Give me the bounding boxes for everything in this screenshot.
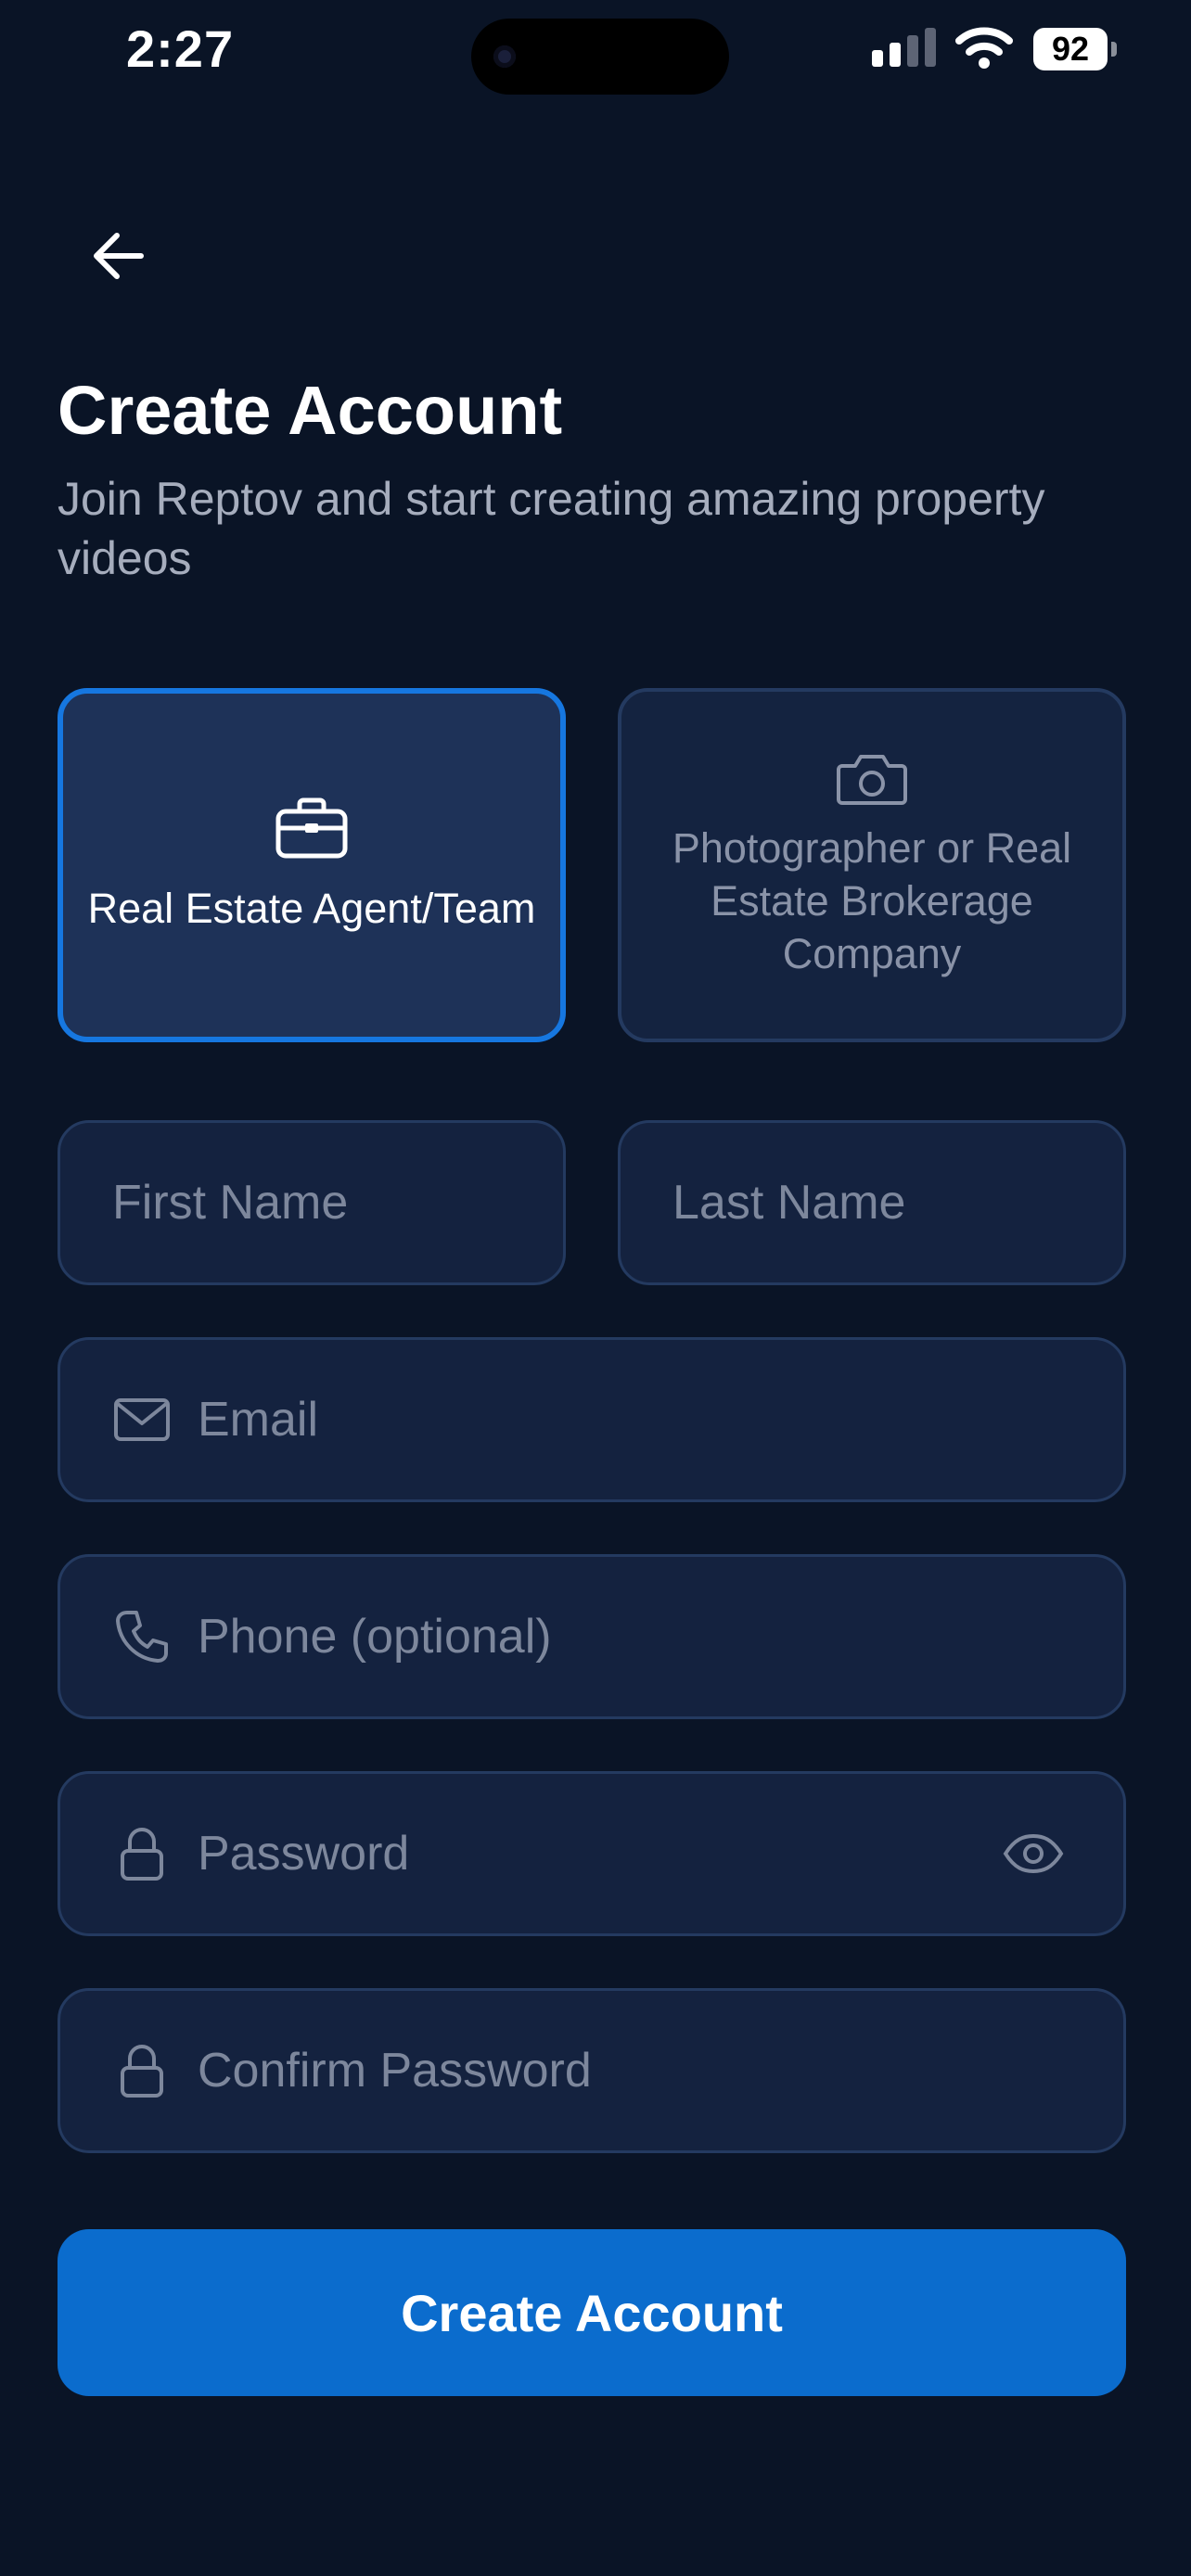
camera-icon <box>837 754 907 805</box>
confirm-password-field[interactable] <box>58 1988 1126 2153</box>
battery-icon: 92 <box>1033 28 1117 70</box>
signal-icon <box>872 28 936 67</box>
email-field[interactable] <box>58 1337 1126 1502</box>
first-name-field[interactable] <box>58 1120 566 1285</box>
password-field[interactable] <box>58 1771 1126 1936</box>
email-input[interactable] <box>198 1392 1123 1447</box>
first-name-input[interactable] <box>112 1175 563 1231</box>
mail-icon <box>112 1390 172 1449</box>
confirm-password-input[interactable] <box>198 2043 1123 2098</box>
phone-icon <box>112 1607 172 1666</box>
dynamic-island <box>471 19 729 95</box>
lock-icon <box>112 1824 172 1883</box>
role-option-photographer-label: Photographer or Real Estate Brokerage Co… <box>672 823 1072 977</box>
role-option-agent-label: Real Estate Agent/Team <box>87 884 536 932</box>
phone-input[interactable] <box>198 1609 1123 1664</box>
briefcase-icon <box>275 797 348 858</box>
eye-icon[interactable] <box>1001 1821 1066 1886</box>
back-button[interactable] <box>78 215 160 297</box>
wifi-icon <box>955 27 1013 69</box>
page-subtitle: Join Reptov and start creating amazing p… <box>58 473 1045 584</box>
battery-tip <box>1111 42 1117 57</box>
last-name-input[interactable] <box>672 1175 1123 1231</box>
password-input[interactable] <box>198 1826 1123 1881</box>
last-name-field[interactable] <box>618 1120 1126 1285</box>
role-option-agent[interactable]: Real Estate Agent/Team <box>58 688 566 1042</box>
arrow-left-icon <box>94 233 144 279</box>
status-bar: 2:27 92 <box>0 0 1191 102</box>
status-time: 2:27 <box>126 19 235 78</box>
phone-field[interactable] <box>58 1554 1126 1719</box>
page-title: Create Account <box>58 372 563 449</box>
create-account-button[interactable]: Create Account <box>58 2229 1126 2396</box>
lock-icon <box>112 2041 172 2100</box>
battery-level: 92 <box>1051 30 1090 68</box>
front-camera-icon <box>493 45 516 68</box>
role-option-photographer[interactable]: Photographer or Real Estate Brokerage Co… <box>618 688 1126 1042</box>
